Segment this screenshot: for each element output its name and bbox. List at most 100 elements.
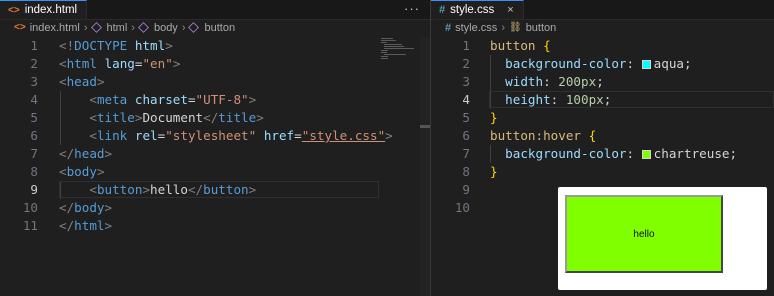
code-line[interactable]: 3 <head> bbox=[0, 73, 430, 91]
code-line[interactable]: 1 <!DOCTYPE html> bbox=[0, 37, 430, 55]
element-icon bbox=[138, 22, 149, 33]
line-number: 2 bbox=[462, 56, 470, 71]
line-number: 4 bbox=[30, 92, 38, 107]
tab-label: style.css bbox=[450, 4, 495, 16]
code-line[interactable]: 5 <title>Document</title> bbox=[0, 109, 430, 127]
line-number: 2 bbox=[30, 56, 38, 71]
line-number: 5 bbox=[30, 110, 38, 125]
code-line[interactable]: 6 button:hover { bbox=[431, 127, 774, 145]
line-number: 3 bbox=[30, 74, 38, 89]
breadcrumb-item[interactable]: button bbox=[204, 22, 235, 34]
breadcrumb-item[interactable]: style.css bbox=[455, 22, 497, 34]
preview-button[interactable]: hello bbox=[565, 195, 723, 273]
color-swatch-icon[interactable] bbox=[641, 150, 651, 159]
more-actions-icon[interactable]: ··· bbox=[404, 1, 420, 16]
code-token: > bbox=[248, 182, 257, 197]
code-token: : bbox=[626, 56, 642, 71]
tab-index-html[interactable]: <> index.html bbox=[0, 0, 88, 19]
code-line[interactable]: 7 background-color: chartreuse; bbox=[431, 145, 774, 163]
color-swatch-icon[interactable] bbox=[641, 60, 651, 69]
code-token: </ bbox=[187, 182, 204, 197]
line-number: 8 bbox=[462, 164, 470, 179]
code-token: html bbox=[134, 38, 166, 53]
vertical-scrollbar[interactable] bbox=[420, 37, 430, 296]
line-code: <head> bbox=[59, 73, 105, 91]
element-icon bbox=[90, 22, 102, 33]
code-token: 200px bbox=[558, 74, 597, 89]
code-line[interactable]: 9 <button>hello</button> bbox=[0, 181, 430, 199]
code-token: title bbox=[218, 110, 257, 125]
code-token: lang bbox=[104, 56, 135, 71]
left-editor-pane: <> index.html ··· <> index.html › html ›… bbox=[0, 0, 430, 296]
code-token: < bbox=[89, 110, 97, 125]
code-token: </ bbox=[59, 146, 75, 161]
scrollbar-thumb[interactable] bbox=[420, 125, 430, 128]
code-token: button bbox=[96, 182, 143, 197]
element-icon bbox=[188, 22, 200, 33]
right-tab-bar: # style.css × bbox=[431, 0, 774, 20]
breadcrumb-item[interactable]: button bbox=[526, 22, 557, 34]
line-code: <html lang="en"> bbox=[59, 55, 180, 73]
line-code: width: 200px; bbox=[490, 73, 604, 91]
code-token: : bbox=[543, 74, 559, 89]
code-line[interactable]: 8} bbox=[431, 163, 774, 181]
code-line[interactable]: 5} bbox=[431, 109, 774, 127]
code-token: href bbox=[263, 128, 295, 143]
code-line[interactable]: 10 </body> bbox=[0, 199, 430, 217]
code-line[interactable]: 2 <html lang="en"> bbox=[0, 55, 430, 73]
code-line[interactable]: 3 width: 200px; bbox=[431, 73, 774, 91]
code-token: title bbox=[96, 110, 135, 125]
browser-preview: hello bbox=[558, 187, 767, 290]
code-token: : bbox=[626, 146, 642, 161]
code-line[interactable]: 6 <link rel="stylesheet" href="style.css… bbox=[0, 127, 430, 145]
code-line[interactable]: 7 </head> bbox=[0, 145, 430, 163]
breadcrumb-item[interactable]: html bbox=[107, 22, 128, 34]
code-editor-html[interactable]: 1 <!DOCTYPE html> 2 <html lang="en"> 3 <head>… bbox=[0, 37, 430, 296]
code-token: } bbox=[490, 164, 498, 179]
code-line[interactable]: 4 height: 100px; bbox=[431, 91, 774, 109]
code-token: button bbox=[203, 182, 249, 197]
selector-icon: ⛓ bbox=[508, 22, 522, 33]
code-token: } bbox=[490, 110, 498, 125]
line-code: background-color: aqua; bbox=[490, 55, 691, 73]
code-token: hello bbox=[150, 182, 188, 197]
minimap[interactable] bbox=[379, 37, 419, 77]
line-number: 10 bbox=[454, 200, 470, 215]
tab-style-css[interactable]: # style.css × bbox=[431, 0, 524, 19]
code-line[interactable]: 4 <meta charset="UTF-8"> bbox=[0, 91, 430, 109]
code-token: > bbox=[256, 110, 264, 125]
line-code: height: 100px; bbox=[490, 91, 611, 109]
line-code: button:hover { bbox=[490, 127, 596, 145]
line-number: 6 bbox=[30, 128, 38, 143]
code-token: > bbox=[165, 38, 173, 53]
code-token: </ bbox=[203, 110, 219, 125]
line-number: 11 bbox=[22, 218, 38, 233]
line-code: <meta charset="UTF-8"> bbox=[59, 91, 256, 109]
code-token: > bbox=[248, 92, 257, 107]
tab-label: index.html bbox=[24, 4, 78, 16]
line-code: button { bbox=[490, 37, 551, 55]
breadcrumb: <> index.html › html › body › button bbox=[0, 19, 430, 36]
left-tab-bar: <> index.html ··· bbox=[0, 0, 430, 20]
line-number: 1 bbox=[30, 38, 38, 53]
breadcrumb-item[interactable]: index.html bbox=[30, 22, 80, 34]
css-file-icon: # bbox=[439, 4, 446, 16]
code-line[interactable]: 2 background-color: aqua; bbox=[431, 55, 774, 73]
code-line[interactable]: 11 </html> bbox=[0, 217, 430, 235]
code-token: ; bbox=[603, 92, 612, 107]
chevron-right-icon: › bbox=[501, 21, 505, 34]
code-line[interactable]: 8 <body> bbox=[0, 163, 430, 181]
breadcrumb-item[interactable]: body bbox=[154, 22, 178, 34]
code-line[interactable]: 1 button { bbox=[431, 37, 774, 55]
code-token: { bbox=[543, 38, 551, 53]
code-token: > bbox=[142, 182, 151, 197]
close-icon[interactable]: × bbox=[507, 4, 513, 16]
code-token: button:hover bbox=[490, 128, 581, 143]
